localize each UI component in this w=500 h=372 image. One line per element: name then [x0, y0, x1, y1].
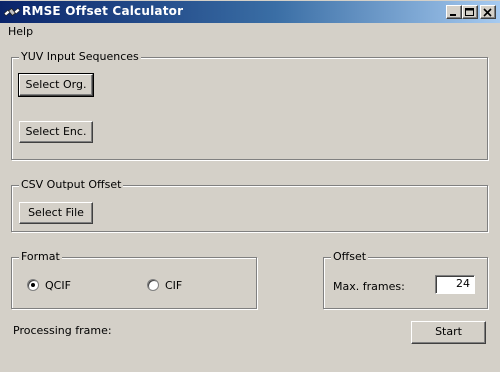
csv-output-group-title: CSV Output Offset	[19, 178, 124, 191]
menu-item-help[interactable]: Help	[8, 25, 33, 38]
select-enc-label: Select Enc.	[25, 125, 87, 138]
max-frames-label: Max. frames:	[333, 280, 405, 293]
radio-cif-label[interactable]: CIF	[165, 279, 182, 292]
satellite-icon	[3, 4, 21, 20]
close-icon	[483, 8, 492, 17]
processing-frame-label: Processing frame:	[13, 324, 112, 337]
app-window: RMSE Offset Calculator Help YUV Input Se…	[0, 0, 500, 372]
minimize-button[interactable]	[446, 5, 462, 19]
close-button[interactable]	[480, 5, 496, 19]
yuv-input-group: YUV Input Sequences	[11, 50, 488, 160]
select-org-label: Select Org.	[25, 78, 87, 91]
format-group-title: Format	[19, 250, 62, 263]
start-button[interactable]: Start	[411, 321, 486, 344]
title-bar[interactable]: RMSE Offset Calculator	[0, 1, 500, 23]
maximize-button[interactable]	[462, 5, 478, 19]
menu-bar: Help	[0, 23, 500, 41]
radio-qcif-label[interactable]: QCIF	[45, 279, 71, 292]
radio-qcif-selected-dot	[31, 283, 35, 287]
max-frames-input[interactable]: 24	[435, 275, 475, 294]
select-enc-button[interactable]: Select Enc.	[19, 121, 93, 143]
window-title: RMSE Offset Calculator	[22, 4, 184, 18]
minimize-icon	[450, 14, 456, 16]
offset-group-title: Offset	[331, 250, 369, 263]
select-file-label: Select File	[28, 206, 84, 219]
yuv-input-group-title: YUV Input Sequences	[19, 50, 141, 63]
radio-qcif[interactable]	[27, 279, 39, 291]
radio-cif[interactable]	[147, 279, 159, 291]
start-label: Start	[435, 325, 462, 338]
select-file-button[interactable]: Select File	[19, 202, 93, 224]
select-org-button[interactable]: Select Org.	[18, 73, 94, 97]
maximize-icon	[465, 8, 474, 16]
